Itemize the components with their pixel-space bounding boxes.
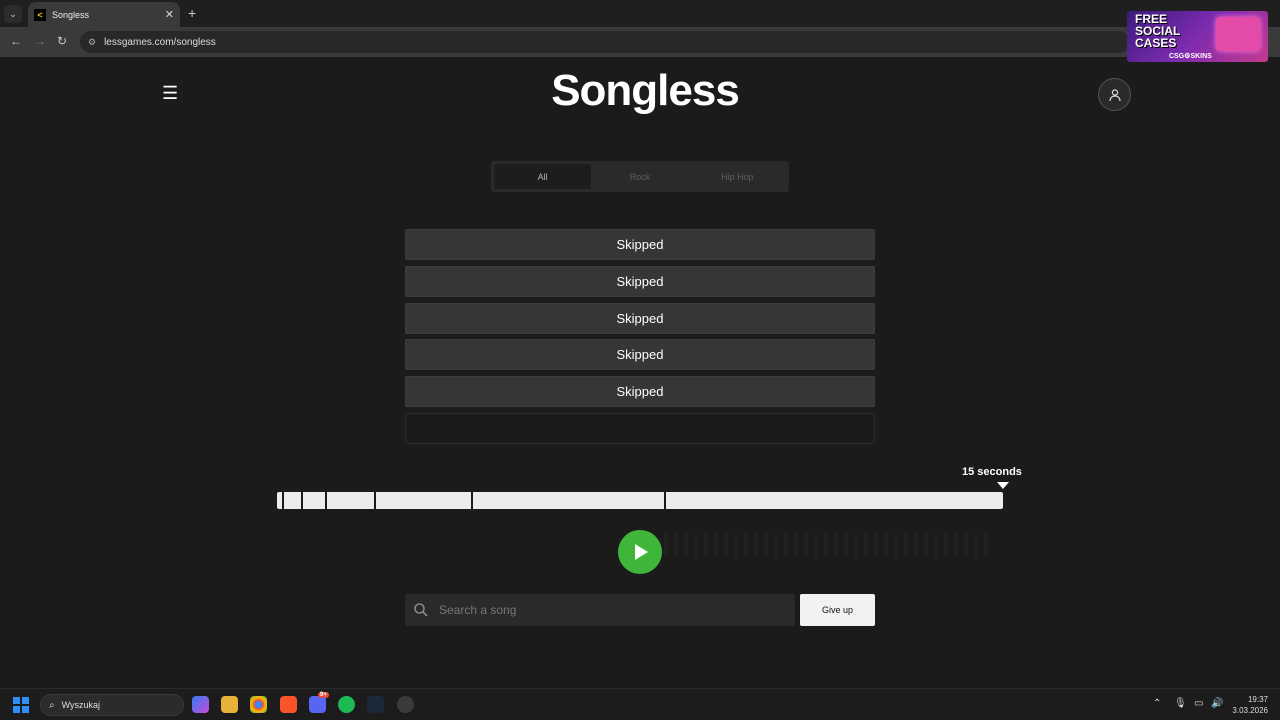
guess-row: Skipped	[405, 265, 875, 297]
microphone-icon[interactable]: 🎙	[1174, 698, 1187, 709]
song-search-box	[405, 594, 795, 626]
back-arrow-icon[interactable]: ←	[10, 34, 22, 48]
steam-icon[interactable]	[367, 696, 384, 713]
search-icon: ⌕	[49, 699, 55, 711]
forward-arrow-icon[interactable]: →	[34, 34, 46, 48]
timeline-end-marker	[997, 482, 1009, 489]
tray-chevron-icon[interactable]: ⌃	[1153, 698, 1161, 709]
guess-row-empty	[405, 412, 875, 444]
user-icon	[1108, 88, 1121, 101]
ad-case-image	[1216, 17, 1260, 51]
audio-waveform	[664, 532, 1004, 558]
reload-icon[interactable]: ↻	[57, 34, 67, 48]
audio-timeline[interactable]	[277, 492, 1003, 509]
search-icon	[414, 603, 428, 617]
system-clock[interactable]: 19:37 3.03.2026	[1228, 694, 1268, 716]
app-icon[interactable]	[397, 696, 414, 713]
timeline-segment-divider	[301, 492, 303, 509]
volume-icon[interactable]: 🔊	[1211, 698, 1223, 709]
discord-badge: 9+	[318, 692, 329, 698]
brave-icon[interactable]	[280, 696, 297, 713]
chrome-icon[interactable]	[250, 696, 267, 713]
url-text: lessgames.com/songless	[104, 36, 216, 48]
timeline-segment-divider	[471, 492, 473, 509]
ad-brand: CSG⚙SKINS	[1169, 53, 1212, 60]
timeline-segment-divider	[374, 492, 376, 509]
windows-start-icon[interactable]	[13, 697, 29, 713]
new-tab-button[interactable]: +	[188, 5, 196, 21]
taskbar-search[interactable]: ⌕ Wyszukaj	[40, 694, 184, 716]
timeline-segment-divider	[282, 492, 284, 509]
genre-tab-hip-hop[interactable]: Hip Hop	[689, 164, 786, 189]
tab-list-chevron-icon[interactable]: ⌄	[4, 5, 22, 23]
ad-headline: FREE SOCIAL CASES	[1135, 13, 1180, 49]
browser-toolbar: ← → ↻ ⚙ lessgames.com/songless	[0, 27, 1280, 57]
genre-tab-all[interactable]: All	[494, 164, 592, 189]
browser-tab-bar: ⌄ < Songless ✕ +	[0, 0, 1280, 27]
clock-time: 19:37	[1247, 695, 1268, 704]
ad-headline-line: CASES	[1135, 36, 1177, 50]
guess-list: Skipped Skipped Skipped Skipped Skipped	[405, 229, 875, 450]
duration-label: 15 seconds	[962, 466, 1022, 478]
browser-tab-songless[interactable]: < Songless ✕	[28, 2, 180, 27]
tab-close-icon[interactable]: ✕	[165, 8, 174, 21]
ad-banner[interactable]: FREE SOCIAL CASES CSG⚙SKINS	[1127, 11, 1268, 62]
timeline-segment-divider	[664, 492, 666, 509]
guess-row: Skipped	[405, 376, 875, 408]
guess-row: Skipped	[405, 229, 875, 260]
spotify-icon[interactable]	[338, 696, 355, 713]
song-search-input[interactable]	[439, 603, 779, 617]
guess-row: Skipped	[405, 339, 875, 371]
taskbar-search-text: Wyszukaj	[61, 700, 101, 710]
address-bar[interactable]: ⚙ lessgames.com/songless	[80, 31, 1130, 53]
timeline-segment-divider	[325, 492, 327, 509]
page-title: Songless	[551, 66, 740, 115]
play-icon	[635, 544, 648, 560]
user-profile-button[interactable]	[1098, 78, 1131, 111]
genre-tab-rock[interactable]: Rock	[591, 164, 688, 189]
site-info-icon[interactable]: ⚙	[88, 37, 96, 48]
guess-row: Skipped	[405, 302, 875, 334]
genre-filter: All Rock Hip Hop	[491, 161, 789, 192]
tab-title: Songless	[52, 9, 90, 20]
file-explorer-icon[interactable]	[221, 696, 238, 713]
give-up-button[interactable]: Give up	[800, 594, 875, 626]
windows-taskbar: ⌕ Wyszukaj 9+ ⌃ 🎙 ▭ 🔊 19:37 3.03.2026	[0, 688, 1280, 720]
clock-date: 3.03.2026	[1232, 706, 1268, 715]
play-button[interactable]	[618, 530, 662, 574]
network-icon[interactable]: ▭	[1194, 698, 1203, 709]
hamburger-menu-icon[interactable]: ☰	[162, 84, 178, 102]
discord-icon[interactable]: 9+	[309, 692, 329, 713]
songless-favicon-icon: <	[34, 8, 46, 21]
copilot-icon[interactable]	[192, 696, 209, 713]
